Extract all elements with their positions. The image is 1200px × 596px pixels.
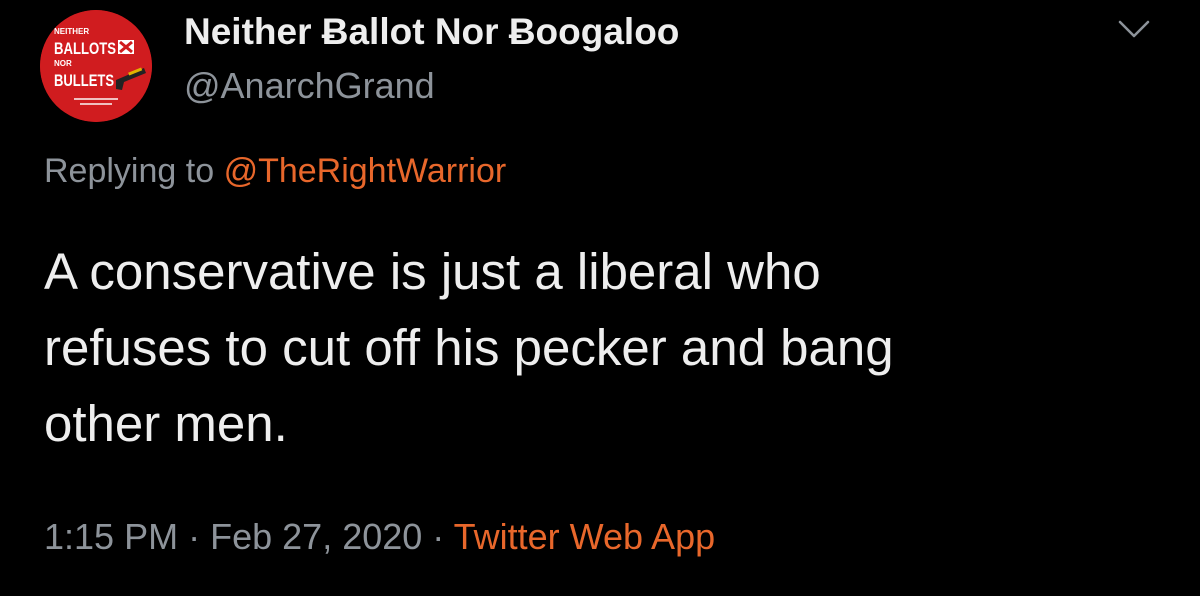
- author-display-name[interactable]: Neither Ƀallot Nor Ƀoogaloo: [184, 8, 679, 56]
- meta-separator: ·: [432, 516, 445, 557]
- tweet-source-link[interactable]: Twitter Web App: [454, 516, 715, 557]
- meta-separator: ·: [188, 516, 201, 557]
- reply-context: Replying to @TheRightWarrior: [44, 148, 506, 194]
- tweet-date[interactable]: Feb 27, 2020: [210, 516, 422, 557]
- ballots-bullets-logo-icon: NEITHER BALLOTS NOR BULLETS: [40, 10, 152, 122]
- more-options-button[interactable]: [1114, 12, 1154, 46]
- avatar[interactable]: NEITHER BALLOTS NOR BULLETS: [40, 10, 152, 122]
- tweet-text-line: other men.: [44, 395, 288, 452]
- tweet-time[interactable]: 1:15 PM: [44, 516, 178, 557]
- reply-target-link[interactable]: @TheRightWarrior: [224, 152, 507, 190]
- avatar-text-bullets: BULLETS: [54, 71, 114, 90]
- avatar-text-nor: NOR: [54, 59, 72, 68]
- reply-prefix: Replying to: [44, 152, 215, 190]
- tweet-text-line: A conservative is just a liberal who: [44, 243, 821, 300]
- avatar-text-neither: NEITHER: [54, 27, 89, 36]
- tweet-card: NEITHER BALLOTS NOR BULLETS Neither Ƀall…: [0, 0, 1200, 596]
- chevron-down-icon: [1118, 20, 1150, 38]
- tweet-meta: 1:15 PM · Feb 27, 2020 · Twitter Web App: [44, 513, 715, 561]
- tweet-text: A conservative is just a liberal who ref…: [44, 234, 1154, 462]
- avatar-text-ballots: BALLOTS: [54, 39, 116, 58]
- author-handle[interactable]: @AnarchGrand: [184, 62, 435, 110]
- tweet-text-line: refuses to cut off his pecker and bang: [44, 319, 894, 376]
